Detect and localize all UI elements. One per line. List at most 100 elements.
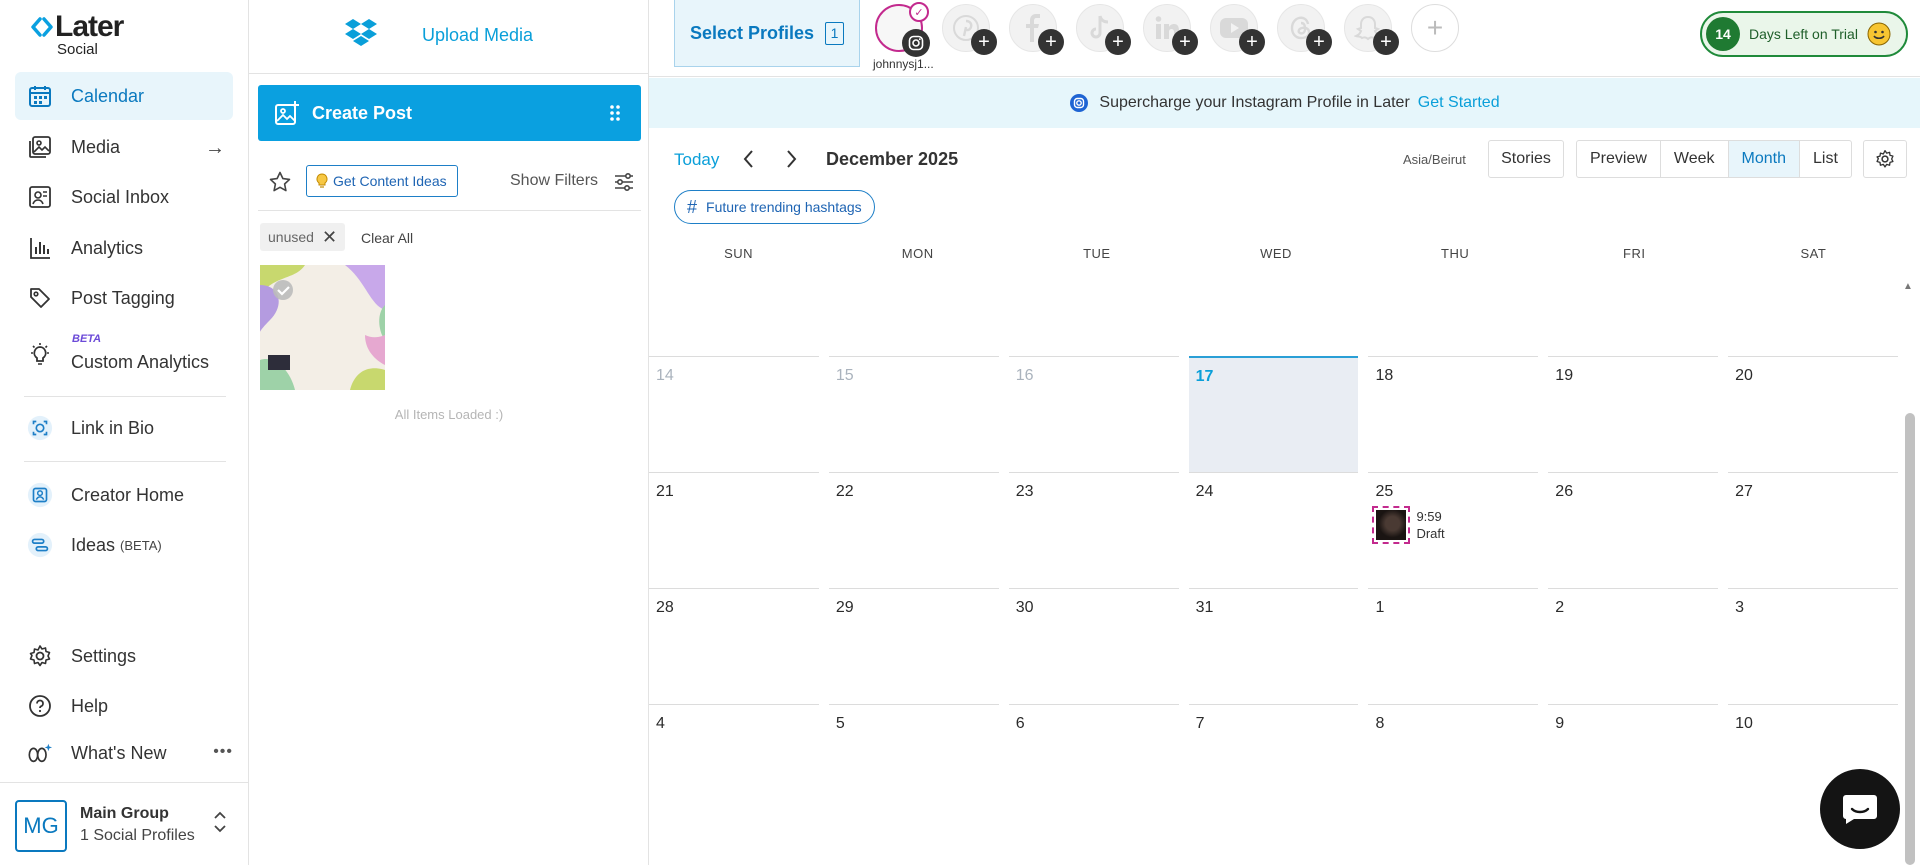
plus-icon: + bbox=[1411, 4, 1459, 52]
day-number: 9 bbox=[1555, 715, 1565, 732]
get-content-ideas-button[interactable]: Get Content Ideas bbox=[306, 165, 458, 197]
scroll-up-arrow-icon[interactable]: ▲ bbox=[1903, 281, 1913, 292]
filter-chip-unused[interactable]: unused ✕ bbox=[260, 223, 346, 251]
add-icon: + bbox=[1239, 29, 1265, 55]
day-cell[interactable]: 28 bbox=[649, 588, 819, 704]
profile-instagram[interactable]: ✓ bbox=[875, 2, 930, 57]
day-number: 25 bbox=[1375, 483, 1394, 500]
upload-media-bar[interactable]: Upload Media bbox=[249, 0, 649, 74]
day-number: 5 bbox=[835, 715, 845, 732]
day-cell-today[interactable]: 17 bbox=[1188, 356, 1359, 472]
show-filters-button[interactable]: Show Filters bbox=[510, 172, 598, 190]
calendar-settings-button[interactable] bbox=[1863, 140, 1907, 178]
profile-tiktok[interactable]: + bbox=[1076, 4, 1131, 55]
dropbox-icon[interactable] bbox=[345, 18, 377, 48]
timezone-label[interactable]: Asia/Beirut bbox=[1403, 152, 1466, 167]
day-cell[interactable]: 22 bbox=[828, 472, 999, 588]
clear-all-button[interactable]: Clear All bbox=[361, 230, 413, 246]
day-cell[interactable]: 8 bbox=[1368, 704, 1539, 820]
weekday-label: WED bbox=[1260, 246, 1292, 261]
day-cell[interactable]: 3 bbox=[1728, 588, 1899, 704]
nav-item-settings[interactable]: Settings bbox=[15, 632, 233, 680]
profile-snapchat[interactable]: + bbox=[1344, 4, 1399, 55]
scrollbar-thumb[interactable] bbox=[1905, 413, 1915, 865]
chat-launcher-button[interactable] bbox=[1820, 769, 1900, 849]
day-cell[interactable]: 25 9:59 Draft bbox=[1368, 472, 1539, 588]
view-switcher: Preview Week Month List bbox=[1576, 140, 1852, 178]
gear-icon bbox=[1876, 150, 1894, 168]
week-row: 21 22 23 24 25 9:59 Draft 26 27 bbox=[649, 472, 1903, 588]
day-cell[interactable]: 2 bbox=[1548, 588, 1719, 704]
day-cell[interactable]: 5 bbox=[828, 704, 999, 820]
day-cell[interactable]: 29 bbox=[828, 588, 999, 704]
profile-threads[interactable]: + bbox=[1277, 4, 1332, 55]
day-cell[interactable]: 20 bbox=[1728, 356, 1899, 472]
trial-badge[interactable]: 14 Days Left on Trial bbox=[1700, 11, 1908, 57]
day-cell[interactable]: 19 bbox=[1548, 356, 1719, 472]
more-icon[interactable]: ••• bbox=[213, 743, 233, 761]
chevron-right-icon[interactable] bbox=[783, 148, 799, 170]
day-cell[interactable]: 1 bbox=[1368, 588, 1539, 704]
nav-item-post-tagging[interactable]: Post Tagging bbox=[15, 274, 233, 322]
nav-item-analytics[interactable]: Analytics bbox=[15, 224, 233, 272]
day-cell[interactable]: 26 bbox=[1548, 472, 1719, 588]
profile-linkedin[interactable]: + bbox=[1143, 4, 1198, 55]
day-cell[interactable]: 30 bbox=[1008, 588, 1179, 704]
nav-item-creator-home[interactable]: Creator Home bbox=[15, 471, 233, 519]
nav-item-whats-new[interactable]: What's New ••• bbox=[15, 729, 233, 777]
day-cell[interactable]: 7 bbox=[1188, 704, 1359, 820]
star-icon[interactable] bbox=[268, 170, 292, 194]
gear-icon bbox=[27, 643, 53, 669]
group-switcher[interactable]: MG Main Group 1 Social Profiles bbox=[0, 782, 249, 865]
arrow-right-icon[interactable]: → bbox=[205, 137, 225, 160]
profile-facebook[interactable]: + bbox=[1009, 4, 1064, 55]
link-in-bio-icon bbox=[27, 415, 53, 441]
add-profile-button[interactable]: + bbox=[1411, 4, 1461, 54]
scheduled-post[interactable]: 9:59 Draft bbox=[1372, 506, 1445, 544]
later-logo[interactable]: Later Social bbox=[31, 12, 124, 58]
view-preview-button[interactable]: Preview bbox=[1577, 141, 1661, 177]
profile-youtube[interactable]: + bbox=[1210, 4, 1265, 55]
smile-icon bbox=[1867, 22, 1891, 46]
stories-button[interactable]: Stories bbox=[1488, 140, 1564, 178]
day-cell[interactable]: 27 bbox=[1728, 472, 1899, 588]
day-cell[interactable]: 24 bbox=[1188, 472, 1359, 588]
nav-item-calendar[interactable]: Calendar bbox=[15, 72, 233, 120]
day-cell[interactable]: 31 bbox=[1188, 588, 1359, 704]
day-cell[interactable]: 15 bbox=[828, 356, 999, 472]
sliders-icon[interactable] bbox=[613, 171, 635, 193]
create-post-button[interactable]: Create Post bbox=[258, 85, 641, 141]
day-cell[interactable]: 18 bbox=[1368, 356, 1539, 472]
day-number: 14 bbox=[656, 367, 674, 384]
view-list-button[interactable]: List bbox=[1800, 141, 1851, 177]
view-week-button[interactable]: Week bbox=[1661, 141, 1729, 177]
day-cell[interactable]: 9 bbox=[1548, 704, 1719, 820]
day-cell[interactable]: 14 bbox=[649, 356, 819, 472]
media-thumbnail[interactable] bbox=[260, 265, 385, 390]
day-cell[interactable]: 16 bbox=[1008, 356, 1179, 472]
chevron-left-icon[interactable] bbox=[741, 148, 757, 170]
day-cell[interactable]: 6 bbox=[1008, 704, 1179, 820]
today-button[interactable]: Today bbox=[674, 150, 719, 170]
view-month-button[interactable]: Month bbox=[1728, 141, 1800, 177]
upload-media-link[interactable]: Upload Media bbox=[422, 25, 533, 46]
nav-item-social-inbox[interactable]: Social Inbox bbox=[15, 173, 233, 221]
nav-item-ideas[interactable]: Ideas (BETA) bbox=[15, 521, 233, 569]
nav-item-media[interactable]: Media → bbox=[15, 123, 233, 171]
profile-pinterest[interactable]: + bbox=[942, 4, 997, 55]
trial-text: Days Left on Trial bbox=[1749, 26, 1858, 42]
nav-item-help[interactable]: Help bbox=[15, 682, 233, 730]
day-cell[interactable]: 23 bbox=[1008, 472, 1179, 588]
future-trending-hashtags-button[interactable]: # Future trending hashtags bbox=[674, 190, 875, 224]
nav-item-link-in-bio[interactable]: Link in Bio bbox=[15, 404, 233, 452]
day-cell[interactable]: 21 bbox=[649, 472, 819, 588]
add-icon: + bbox=[1105, 29, 1131, 55]
close-icon[interactable]: ✕ bbox=[322, 227, 337, 248]
drag-handle-icon[interactable] bbox=[609, 104, 621, 122]
nav-item-custom-analytics[interactable]: BETA Custom Analytics bbox=[15, 330, 233, 378]
day-cell[interactable]: 4 bbox=[649, 704, 819, 820]
day-number: 29 bbox=[835, 599, 854, 616]
get-started-link[interactable]: Get Started bbox=[1418, 94, 1500, 112]
weekday-label: MON bbox=[901, 246, 934, 261]
select-profiles-button[interactable]: Select Profiles 1 bbox=[674, 0, 860, 67]
